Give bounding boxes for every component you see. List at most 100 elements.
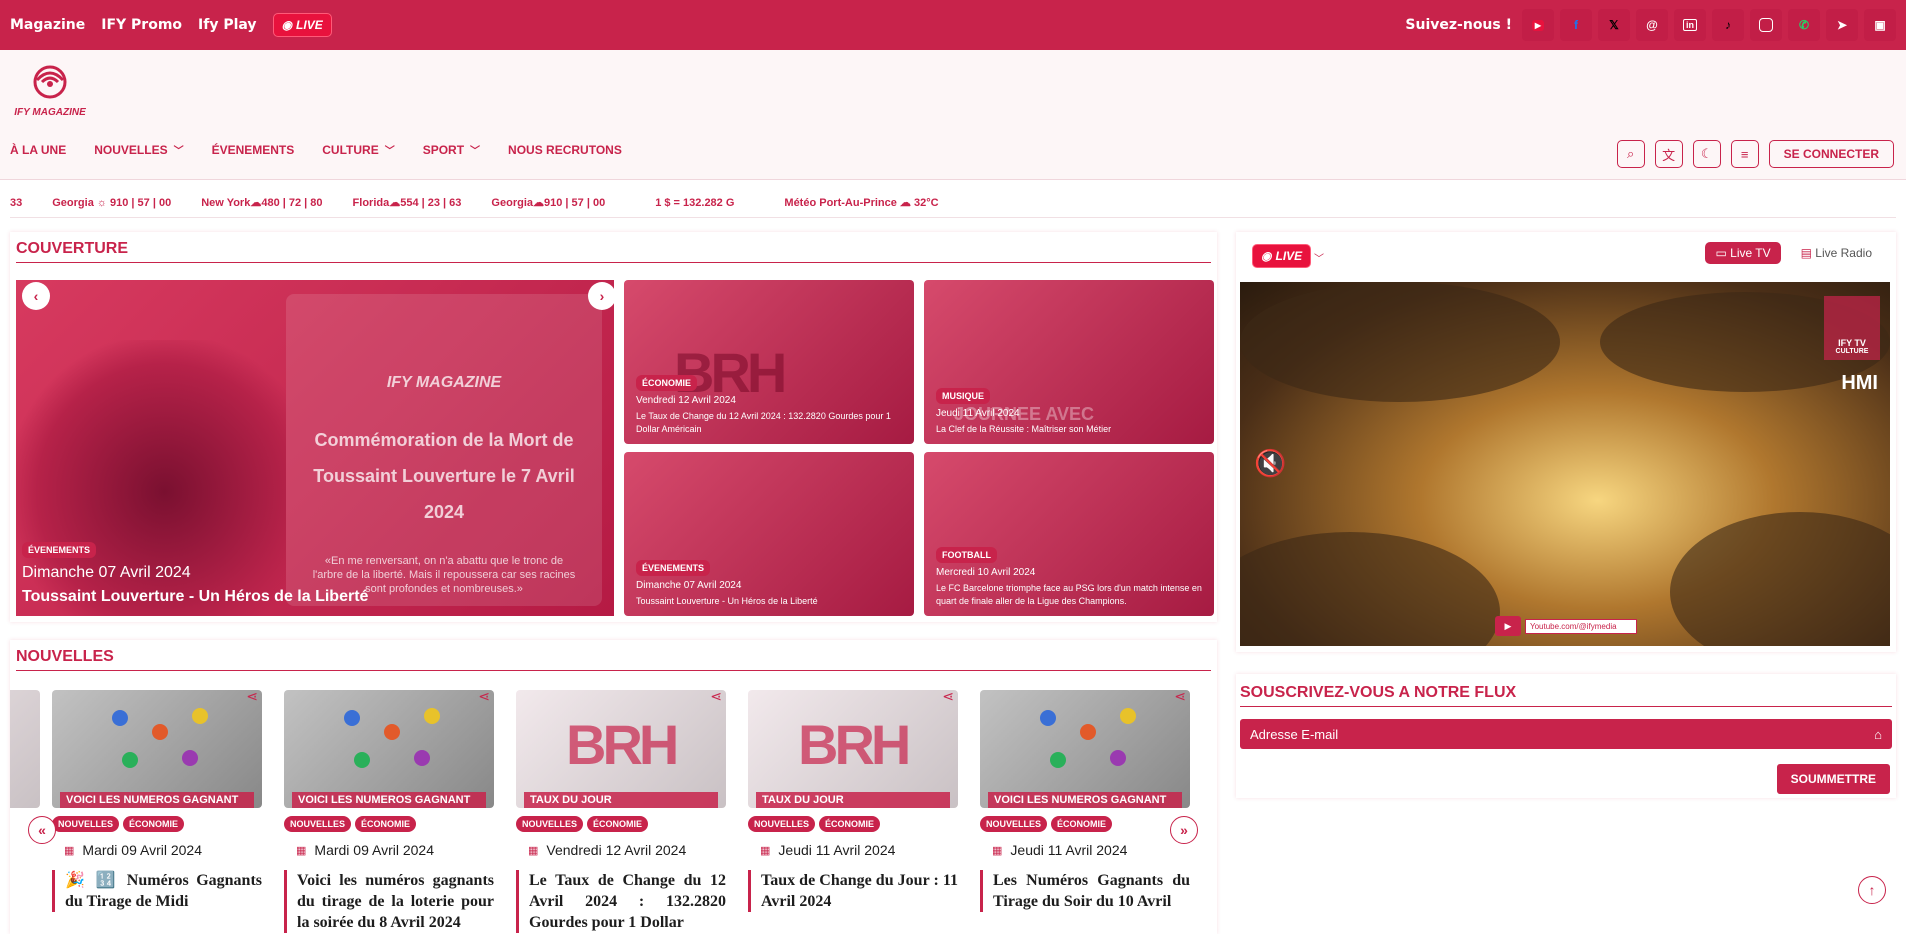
next-arrow-icon[interactable]: »: [1170, 816, 1198, 844]
category-tag[interactable]: MUSIQUE: [936, 388, 991, 404]
news-card[interactable]: BRH TAUX DU JOUR ⋖ NOUVELLES ÉCONOMIE ▦ V…: [516, 688, 726, 934]
site-logo[interactable]: IFY MAGAZINE: [10, 62, 90, 122]
share-icon[interactable]: ⋖: [1174, 688, 1186, 705]
hero-headline: Commémoration de la Mort de Toussaint Lo…: [313, 430, 575, 522]
card-tags: NOUVELLES ÉCONOMIE: [284, 816, 494, 832]
card-image: BRH TAUX DU JOUR: [748, 690, 958, 808]
next-arrow-icon[interactable]: ›: [588, 282, 616, 310]
submit-button[interactable]: SOUMMETTRE: [1776, 764, 1890, 794]
nav-nous-recrutons[interactable]: NOUS RECRUTONS: [508, 143, 622, 157]
nav-evenements[interactable]: ÉVENEMENTS: [212, 143, 295, 157]
instagram-icon[interactable]: [1750, 9, 1782, 41]
prev-arrow-icon[interactable]: ‹: [22, 282, 50, 310]
tag-chip[interactable]: ÉCONOMIE: [819, 816, 881, 832]
translate-icon[interactable]: 文: [1654, 140, 1683, 168]
calendar-icon: ▦: [760, 844, 771, 857]
card-title[interactable]: Le Taux de Change du 12 Avril 2024 : 132…: [516, 870, 726, 933]
card-image: [10, 690, 40, 808]
top-link-ify-play[interactable]: Ify Play: [198, 17, 257, 33]
tag-chip[interactable]: NOUVELLES: [980, 816, 1048, 832]
calendar-icon: ▦: [296, 844, 307, 857]
header-tools: ⌕ 文 ☾ ≡ SE CONNECTER: [1616, 140, 1894, 168]
news-card[interactable]: VOICI LES NUMEROS GAGNANT ⋖ NOUVELLES ÉC…: [980, 688, 1190, 934]
chevron-down-icon[interactable]: ﹀: [1314, 250, 1324, 265]
subscribe-panel: SOUSCRIVEZ-VOUS A NOTRE FLUX Adresse E-m…: [1236, 674, 1896, 798]
nav-sport[interactable]: SPORT ﹀: [423, 142, 480, 158]
cover-tile[interactable]: ÉVENEMENTS Dimanche 07 Avril 2024 Toussa…: [624, 452, 914, 616]
hero-slide[interactable]: IFY MAGAZINE Commémoration de la Mort de…: [16, 280, 614, 616]
prev-arrow-icon[interactable]: «: [28, 816, 56, 844]
news-card[interactable]: VOICI LES NUMEROS GAGNANT ⋖ NOUVELLES ÉC…: [284, 688, 494, 934]
category-tag[interactable]: ÉVENEMENTS: [636, 560, 711, 576]
cover-tile[interactable]: FOOTBALL Mercredi 10 Avril 2024 Le FC Ba…: [924, 452, 1214, 616]
category-tag[interactable]: ÉCONOMIE: [636, 375, 698, 391]
news-card[interactable]: VOICI LES NUMEROS GAGNANT ⋖ NOUVELLES ÉC…: [52, 688, 262, 934]
threads-icon[interactable]: @: [1636, 9, 1668, 41]
tag-chip[interactable]: ÉCONOMIE: [355, 816, 417, 832]
facebook-icon[interactable]: f: [1560, 9, 1592, 41]
tile-title[interactable]: Le Taux de Change du 12 Avril 2024 : 132…: [636, 410, 906, 436]
card-title[interactable]: 🎉 🔢 Numéros Gagnants du Tirage de Midi: [52, 870, 262, 912]
nav-culture[interactable]: CULTURE ﹀: [322, 142, 394, 158]
dark-mode-icon[interactable]: ☾: [1692, 140, 1721, 168]
tag-chip[interactable]: NOUVELLES: [516, 816, 584, 832]
category-tag[interactable]: FOOTBALL: [936, 547, 997, 563]
linkedin-icon[interactable]: in: [1674, 9, 1706, 41]
tag-chip[interactable]: NOUVELLES: [284, 816, 352, 832]
email-placeholder: Adresse E-mail: [1250, 726, 1339, 742]
tile-date: Dimanche 07 Avril 2024: [636, 580, 742, 591]
nav-label: À LA UNE: [10, 142, 67, 157]
tab-live-tv[interactable]: ▭ Live TV: [1705, 242, 1781, 264]
tag-chip[interactable]: NOUVELLES: [748, 816, 816, 832]
scroll-top-icon[interactable]: ↑: [1858, 876, 1886, 904]
mute-icon[interactable]: 🔇: [1254, 448, 1286, 479]
top-link-ify-promo[interactable]: IFY Promo: [101, 17, 182, 33]
nav-a-la-une[interactable]: À LA UNE: [10, 143, 66, 157]
tag-chip[interactable]: ÉCONOMIE: [587, 816, 649, 832]
share-icon[interactable]: ⋖: [710, 688, 722, 705]
tag-chip[interactable]: NOUVELLES: [52, 816, 120, 832]
nav-nouvelles[interactable]: NOUVELLES ﹀: [94, 142, 183, 158]
news-card[interactable]: du ril: [10, 690, 40, 934]
lottery-ball: [152, 724, 168, 740]
menu-icon[interactable]: ≡: [1730, 140, 1759, 168]
tag-chip[interactable]: ÉCONOMIE: [1051, 816, 1113, 832]
category-tag[interactable]: ÉVENEMENTS: [22, 542, 97, 558]
card-image: VOICI LES NUMEROS GAGNANT: [284, 690, 494, 808]
telegram-icon[interactable]: ➤: [1826, 9, 1858, 41]
live-button[interactable]: ◉ LIVE: [272, 13, 332, 37]
tiktok-icon[interactable]: ♪: [1712, 9, 1744, 41]
cover-tile[interactable]: BRH ÉCONOMIE Vendredi 12 Avril 2024 Le T…: [624, 280, 914, 444]
lottery-ball: [1080, 724, 1096, 740]
ticker-item: Georgia ☼ 910 | 57 | 00: [52, 196, 172, 209]
tile-title[interactable]: Le FC Barcelone triomphe face au PSG lor…: [936, 582, 1206, 608]
card-title[interactable]: Les Numéros Gagnants du Tirage du Soir d…: [980, 870, 1190, 912]
youtube-icon[interactable]: ▶: [1522, 9, 1554, 41]
tile-title[interactable]: La Clef de la Réussite : Maîtriser son M…: [936, 423, 1206, 436]
tile-title[interactable]: Toussaint Louverture - Un Héros de la Li…: [636, 595, 906, 608]
hero-title[interactable]: Toussaint Louverture - Un Héros de la Li…: [22, 588, 368, 606]
channel-name: IFY TV: [1838, 338, 1866, 348]
news-card[interactable]: BRH TAUX DU JOUR ⋖ NOUVELLES ÉCONOMIE ▦ J…: [748, 688, 958, 934]
lottery-ball: [1120, 708, 1136, 724]
x-icon[interactable]: 𝕏: [1598, 9, 1630, 41]
share-icon[interactable]: ⋖: [246, 688, 258, 705]
video-player[interactable]: 🔇 IFY TV CULTURE HMI ▶ Youtube.com/@ifym…: [1240, 282, 1890, 646]
email-field[interactable]: Adresse E-mail ⌂: [1240, 719, 1892, 749]
top-link-magazine[interactable]: Magazine: [10, 17, 85, 33]
live-selector[interactable]: ◉ LIVE: [1252, 244, 1312, 268]
card-title[interactable]: Taux de Change du Jour : 11 Avril 2024: [748, 870, 958, 912]
cover-tile[interactable]: JOURNEE AVEC MUSIQUE Jeudi 11 Avril 2024…: [924, 280, 1214, 444]
share-icon[interactable]: ⋖: [478, 688, 490, 705]
logo-text: IFY MAGAZINE: [14, 107, 86, 118]
whatsapp-icon[interactable]: ✆: [1788, 9, 1820, 41]
search-icon[interactable]: ⌕: [1616, 140, 1645, 168]
share-icon[interactable]: ⋖: [942, 688, 954, 705]
tab-live-radio[interactable]: ▤ Live Radio: [1791, 242, 1882, 264]
card-title[interactable]: Voici les numéros gagnants du tirage de …: [284, 870, 494, 933]
tag-chip[interactable]: ÉCONOMIE: [123, 816, 185, 832]
twitch-icon[interactable]: ▣: [1864, 9, 1896, 41]
login-button[interactable]: SE CONNECTER: [1768, 140, 1894, 168]
ticker-item: 1 $ = 132.282 G: [655, 196, 735, 209]
lottery-ball: [1110, 750, 1126, 766]
